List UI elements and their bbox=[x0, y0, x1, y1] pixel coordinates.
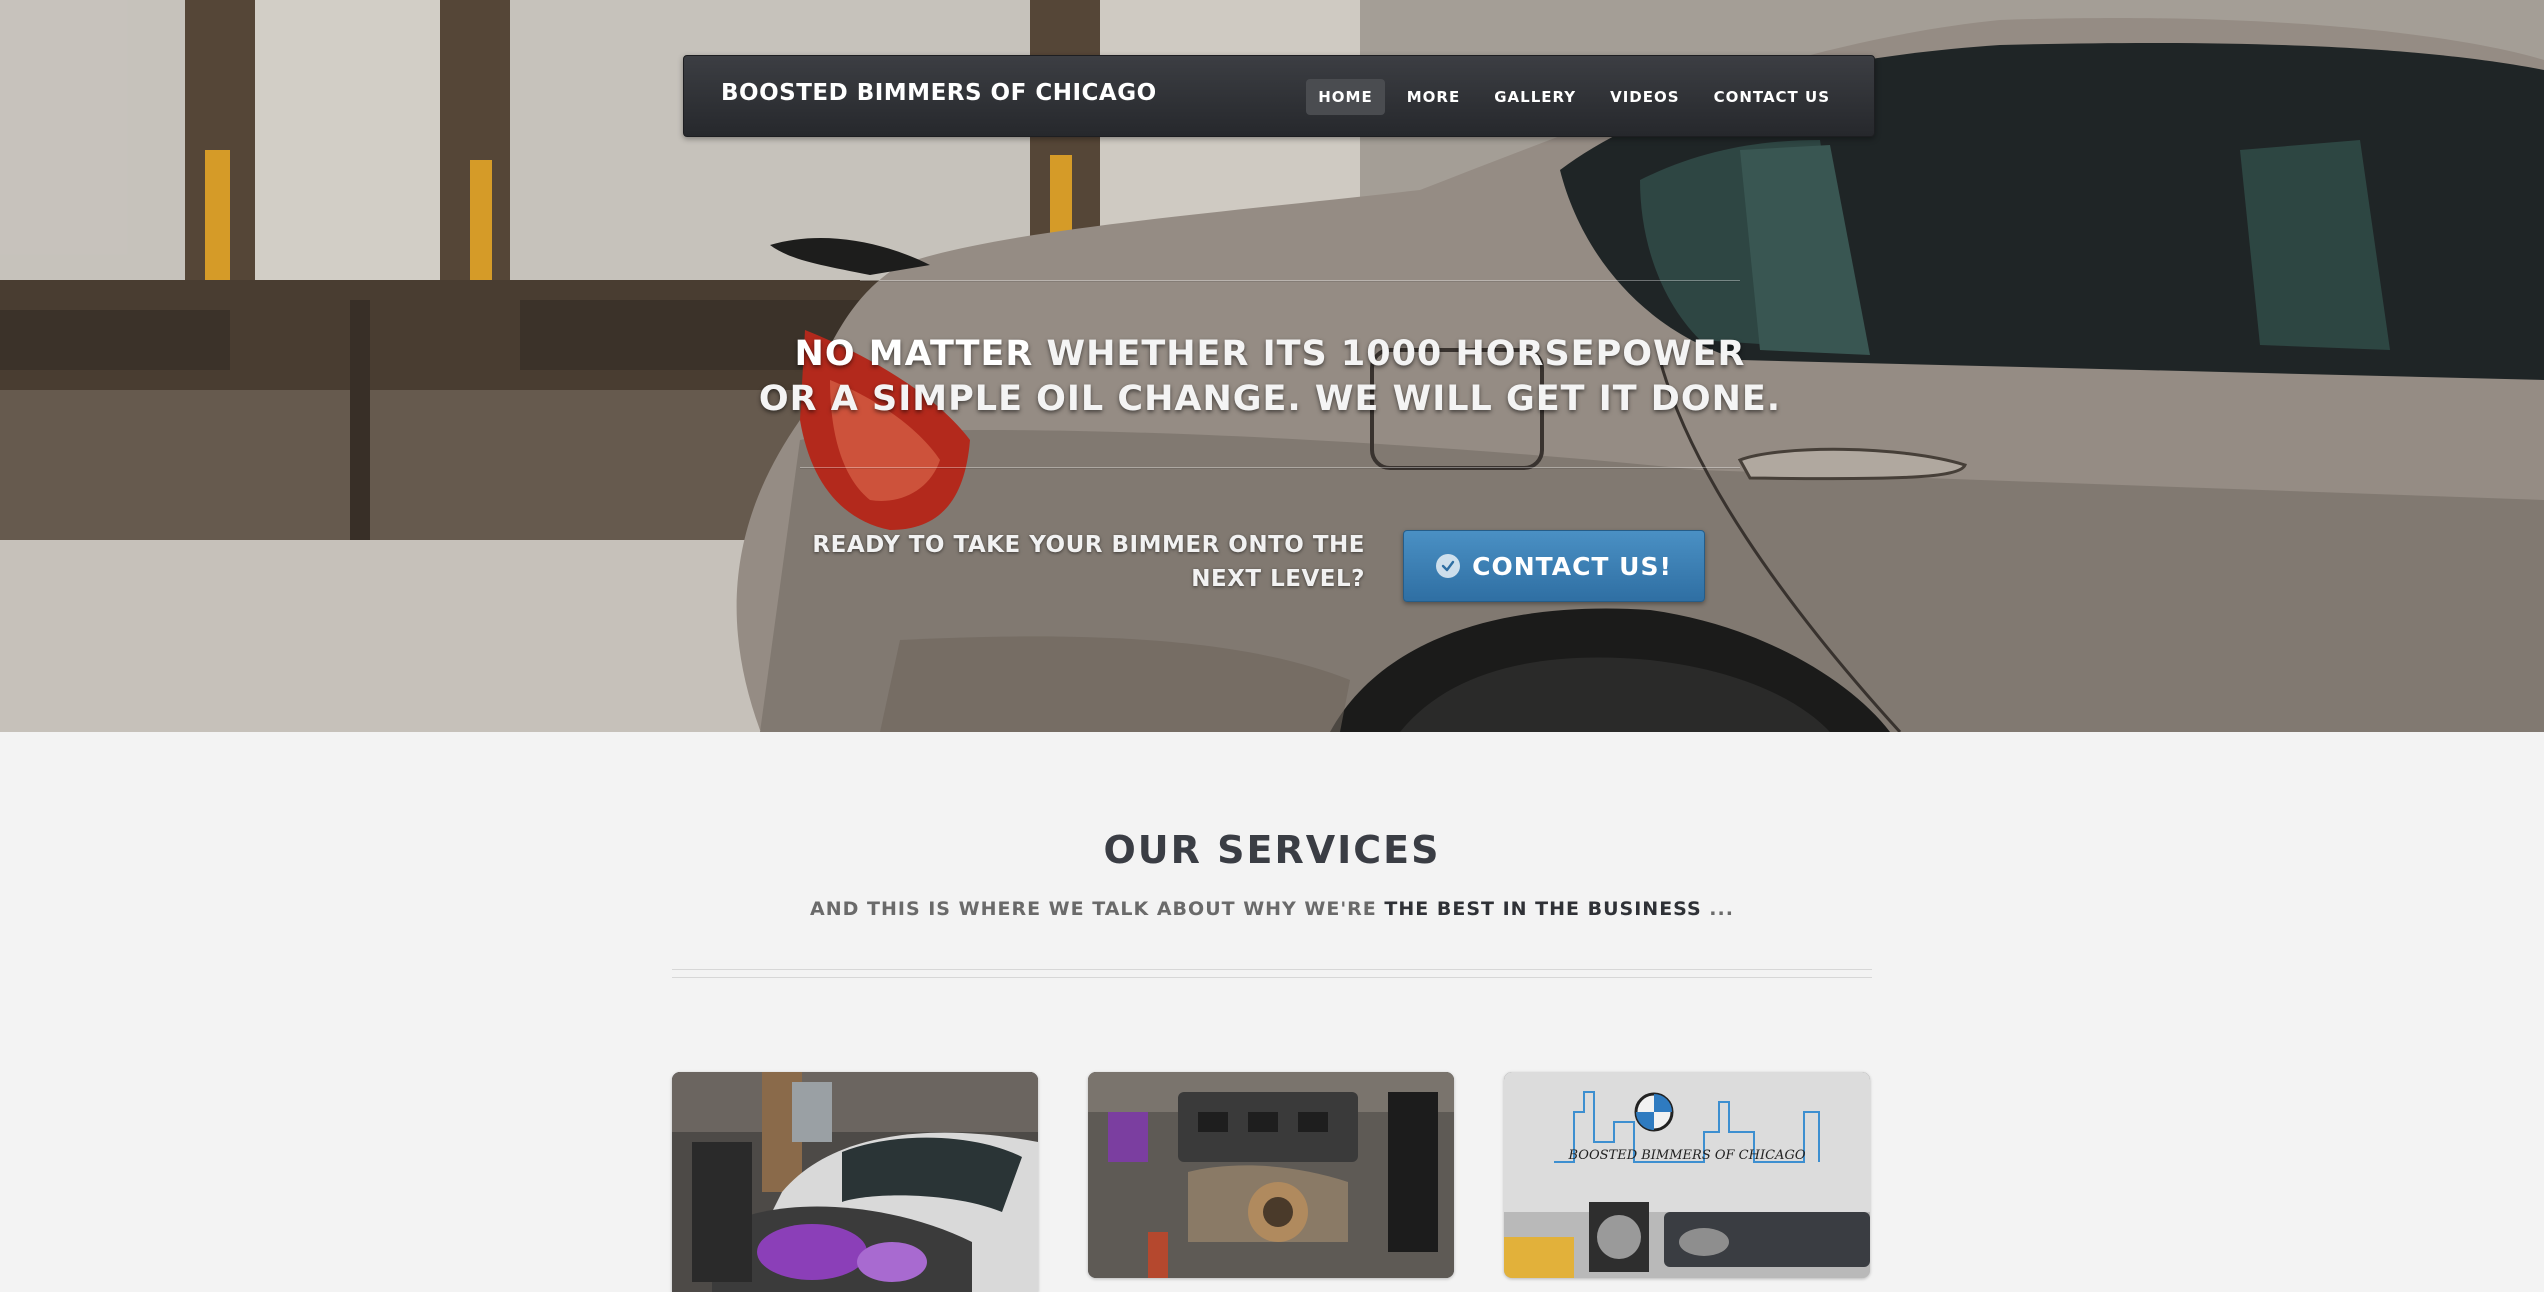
nav-item-gallery[interactable]: GALLERY bbox=[1482, 79, 1588, 115]
service-card-turbo-engine[interactable] bbox=[1088, 1072, 1454, 1278]
services-heading: OUR SERVICES bbox=[1103, 828, 1441, 872]
service-image-turbo-engine bbox=[1088, 1072, 1454, 1278]
nav-item-videos[interactable]: VIDEOS bbox=[1598, 79, 1691, 115]
nav-item-more[interactable]: MORE bbox=[1395, 79, 1472, 115]
headline-bottom-divider bbox=[800, 467, 1740, 469]
contact-us-button-label: CONTACT US! bbox=[1472, 551, 1672, 581]
wall-logo-text: BOOSTED BIMMERS OF CHICAGO bbox=[1568, 1148, 1806, 1163]
services-subheading-text: AND THIS IS WHERE WE TALK ABOUT WHY WE'R… bbox=[810, 898, 1385, 920]
service-card-engine-bay[interactable] bbox=[672, 1072, 1038, 1292]
service-card-shop-interior[interactable]: BOOSTED BIMMERS OF CHICAGO bbox=[1504, 1072, 1870, 1278]
check-circle-icon bbox=[1436, 554, 1461, 578]
services-subheading-suffix: ... bbox=[1701, 898, 1734, 920]
services-subheading-emphasis: THE BEST IN THE BUSINESS bbox=[1384, 898, 1702, 920]
hero-banner: BOOSTED BIMMERS OF CHICAGO HOME MORE GAL… bbox=[0, 0, 2544, 732]
headline-top-divider bbox=[860, 280, 1740, 282]
nav-item-home[interactable]: HOME bbox=[1306, 79, 1385, 115]
contact-us-button[interactable]: CONTACT US! bbox=[1403, 530, 1705, 602]
nav-item-contact-us[interactable]: CONTACT US bbox=[1702, 79, 1842, 115]
nav-menu: HOME MORE GALLERY VIDEOS CONTACT US bbox=[1306, 79, 1842, 115]
headline-line-1: NO MATTER WHETHER ITS 1000 HORSEPOWER bbox=[640, 332, 1900, 377]
hero-headline: NO MATTER WHETHER ITS 1000 HORSEPOWER OR… bbox=[640, 332, 1900, 422]
headline-line-1-text: WHETHER ITS 1000 HORSEPOWER bbox=[1033, 334, 1746, 374]
services-subheading: AND THIS IS WHERE WE TALK ABOUT WHY WE'R… bbox=[0, 898, 2544, 920]
headline-emphasis: NO MATTER bbox=[794, 334, 1034, 374]
top-navigation-bar: BOOSTED BIMMERS OF CHICAGO HOME MORE GAL… bbox=[683, 55, 1875, 137]
service-image-shop-interior: BOOSTED BIMMERS OF CHICAGO bbox=[1504, 1072, 1870, 1278]
headline-line-2: OR A SIMPLE OIL CHANGE. WE WILL GET IT D… bbox=[758, 379, 1782, 419]
cta-prompt-text: READY TO TAKE YOUR BIMMER ONTO THE NEXT … bbox=[812, 532, 1365, 592]
brand-logo-link[interactable]: BOOSTED BIMMERS OF CHICAGO bbox=[721, 80, 1157, 106]
service-image-engine-bay bbox=[672, 1072, 1038, 1292]
services-divider bbox=[672, 969, 1872, 978]
